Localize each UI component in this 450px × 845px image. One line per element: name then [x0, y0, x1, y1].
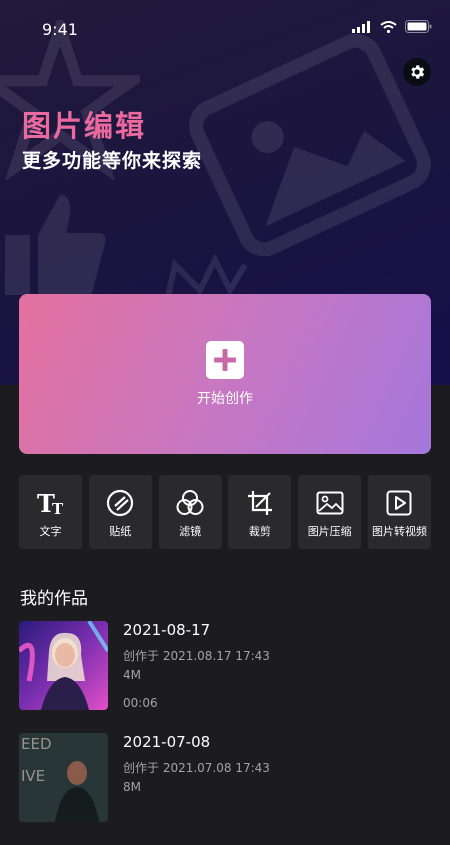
- battery-icon: [405, 20, 432, 33]
- status-bar: 9:41: [0, 0, 450, 58]
- tool-image-to-video[interactable]: 图片转视频: [367, 475, 431, 549]
- work-duration: 00:06: [123, 696, 158, 710]
- work-date: 2021-08-17: [123, 621, 211, 639]
- tool-crop[interactable]: 裁剪: [228, 475, 292, 549]
- tool-filter[interactable]: 滤镜: [158, 475, 222, 549]
- image-decoration-icon: [189, 33, 431, 257]
- works-list: 2021-08-17 创作于 2021.08.17 17:43 4M 00:06…: [19, 621, 431, 845]
- tool-label: 滤镜: [179, 525, 202, 538]
- work-size: 8M: [123, 780, 141, 794]
- start-creating-button[interactable]: 开始创作: [19, 294, 431, 454]
- play-video-icon: [384, 489, 414, 517]
- my-works-title: 我的作品: [20, 589, 88, 609]
- sticker-icon: [105, 489, 135, 517]
- svg-text:T: T: [52, 500, 64, 516]
- tool-label: 文字: [39, 525, 62, 538]
- page-title: 图片编辑: [22, 109, 147, 143]
- tool-label: 贴纸: [109, 525, 132, 538]
- wifi-icon: [380, 20, 397, 33]
- signal-icon: [352, 20, 370, 33]
- svg-text:EED: EED: [21, 735, 52, 753]
- image-icon: [315, 489, 345, 517]
- settings-button[interactable]: [403, 58, 431, 86]
- text-tt-icon: TT: [36, 489, 66, 517]
- work-date: 2021-07-08: [123, 733, 211, 751]
- work-size: 4M: [123, 668, 141, 682]
- tool-sticker[interactable]: 贴纸: [88, 475, 152, 549]
- start-creating-label: 开始创作: [197, 390, 253, 407]
- filter-circles-icon: [175, 489, 205, 517]
- plus-icon: [206, 340, 244, 379]
- tool-label: 图片压缩: [307, 525, 352, 538]
- work-item[interactable]: EED IVE 2021-07-08 创作于 2021.07.08 17:43 …: [19, 733, 431, 845]
- work-thumbnail[interactable]: EED IVE: [19, 733, 108, 822]
- svg-text:IVE: IVE: [21, 767, 45, 785]
- work-item[interactable]: 2021-08-17 创作于 2021.08.17 17:43 4M 00:06: [19, 621, 431, 733]
- tool-bar: TT 文字 贴纸 滤镜 裁剪 图片压缩 图片转视频: [19, 475, 431, 549]
- work-created: 创作于 2021.07.08 17:43: [123, 761, 270, 775]
- gear-icon: [411, 65, 425, 79]
- status-time: 9:41: [42, 20, 78, 39]
- crop-icon: [245, 489, 275, 517]
- tool-label: 裁剪: [248, 525, 271, 538]
- tool-label: 图片转视频: [371, 525, 427, 538]
- work-created: 创作于 2021.08.17 17:43: [123, 649, 270, 663]
- work-thumbnail[interactable]: [19, 621, 108, 710]
- tool-compress[interactable]: 图片压缩: [298, 475, 362, 549]
- thumb-decoration-icon: [5, 195, 106, 297]
- page-subtitle: 更多功能等你来探索: [22, 150, 203, 172]
- tool-text[interactable]: TT 文字: [19, 475, 82, 549]
